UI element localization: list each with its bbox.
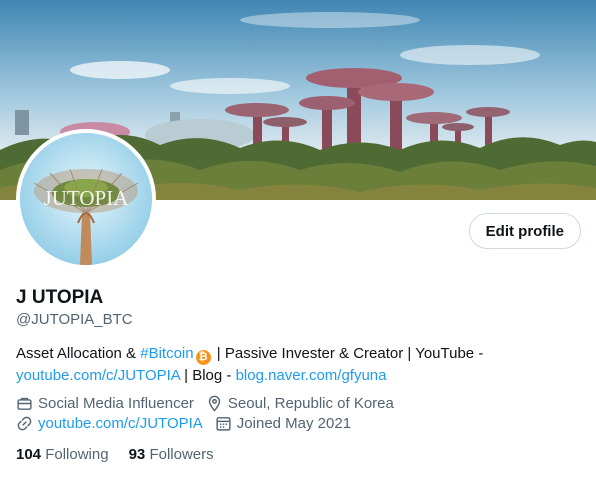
followers-label: Followers	[149, 446, 214, 463]
calendar-icon	[216, 417, 231, 431]
location-text: Seoul, Republic of Korea	[227, 395, 394, 412]
link-icon	[17, 416, 32, 431]
edit-profile-button[interactable]: Edit profile	[468, 213, 581, 249]
joined-item: Joined May 2021	[215, 415, 351, 432]
bio-text-2: | Passive Invester & Creator | YouTube -	[212, 345, 484, 362]
profile-avatar[interactable]: JUTOPIA	[16, 129, 156, 269]
follow-stats: 104 Following 93 Followers	[16, 446, 234, 463]
followers-link[interactable]: 93 Followers	[129, 446, 214, 463]
avatar-text: JUTOPIA	[44, 186, 130, 210]
bio-youtube-link[interactable]: youtube.com/c/JUTOPIA	[16, 367, 180, 384]
website-link[interactable]: youtube.com/c/JUTOPIA	[38, 415, 203, 432]
bitcoin-icon: ₿	[195, 350, 211, 365]
bio-text-1: Asset Allocation &	[16, 345, 141, 362]
user-handle: @JUTOPIA_BTC	[16, 311, 133, 328]
following-label: Following	[45, 446, 109, 463]
profile-bio: Asset Allocation & #Bitcoin ₿ | Passive I…	[16, 343, 582, 386]
website-item[interactable]: youtube.com/c/JUTOPIA	[16, 415, 203, 432]
joined-text: Joined May 2021	[236, 415, 352, 432]
profile-meta-row: youtube.com/c/JUTOPIA Joined May 2021	[16, 415, 363, 432]
category-text: Social Media Influencer	[38, 395, 194, 412]
location-pin-icon	[208, 395, 221, 412]
followers-count: 93	[128, 446, 146, 463]
following-count: 104	[16, 446, 42, 463]
display-name: J UTOPIA	[16, 287, 104, 308]
bio-text-3: | Blog -	[179, 367, 236, 384]
following-link[interactable]: 104 Following	[16, 446, 109, 463]
briefcase-icon	[17, 397, 32, 410]
bio-blog-link[interactable]: blog.naver.com/gfyuna	[236, 367, 387, 384]
location-item: Seoul, Republic of Korea	[206, 395, 394, 412]
profile-meta-row: Social Media Influencer Seoul, Republic …	[16, 395, 406, 412]
category-item: Social Media Influencer	[16, 395, 194, 412]
supertree-logo: JUTOPIA	[20, 133, 152, 265]
hashtag-bitcoin-link[interactable]: #Bitcoin	[140, 345, 193, 362]
